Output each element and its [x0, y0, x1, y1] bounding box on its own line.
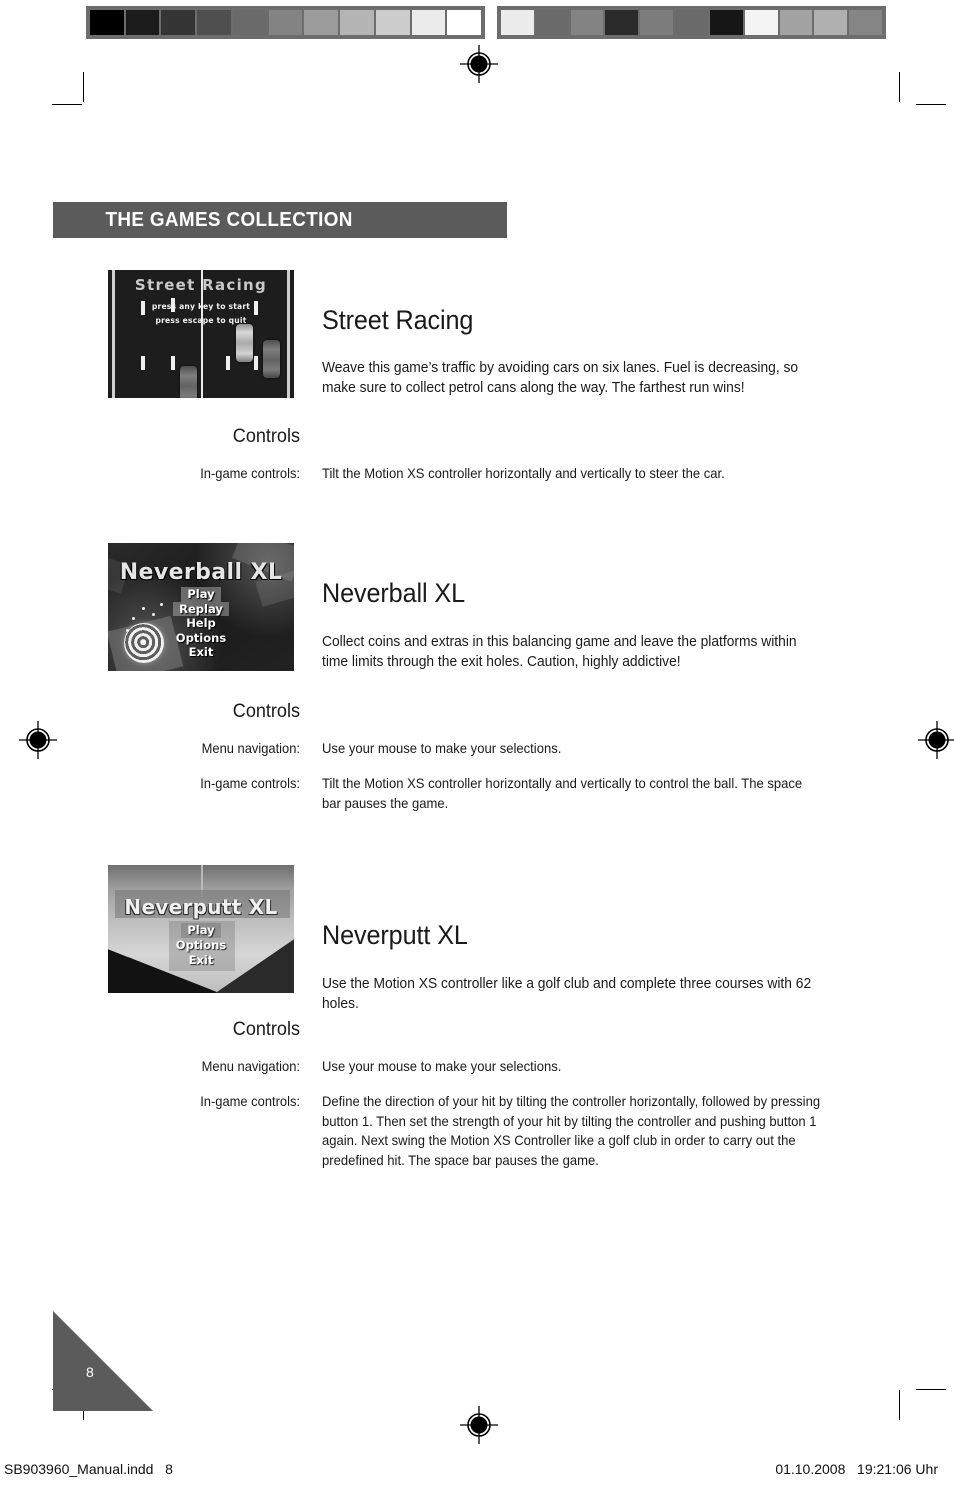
screenshot-start-message: press any key to start: [151, 302, 251, 311]
control-value: Define the direction of your hit by tilt…: [322, 1094, 821, 1168]
game-description-neverball-xl: Collect coins and extras in this balanci…: [322, 634, 797, 670]
menu-item: Play: [181, 587, 221, 602]
game-description-neverputt-xl: Use the Motion XS controller like a golf…: [322, 976, 812, 1012]
calibration-swatch-0: [501, 10, 534, 35]
game-screenshot-street-racing: Street Racing press any key to start pre…: [108, 270, 294, 398]
calibration-swatch-3: [197, 10, 231, 35]
control-value: Use your mouse to make your selections.: [322, 741, 562, 756]
registration-mark-top-icon: [459, 44, 498, 83]
controls-heading-neverputt-xl: Controls: [232, 1019, 300, 1040]
imprint-filename: SB903960_Manual.indd 8: [4, 1461, 173, 1477]
controls-heading-neverball-xl: Controls: [232, 701, 300, 722]
calibration-swatch-6: [304, 10, 339, 35]
screenshot-quit-message: press escape to quit: [155, 316, 247, 325]
lane-dash: [254, 356, 258, 370]
menu-item: Exit: [188, 645, 214, 659]
car-sprite: [180, 366, 197, 398]
lane-dash: [141, 301, 145, 315]
game-description-street-racing: Weave this game’s traffic by avoiding ca…: [322, 360, 799, 396]
calibration-swatch-5: [675, 10, 708, 35]
lane-dash: [171, 356, 175, 370]
imprint-timestamp: 01.10.2008 19:21:06 Uhr: [775, 1461, 938, 1477]
lane-dash: [226, 356, 230, 370]
control-label: In-game controls:: [200, 466, 300, 481]
controls-heading-street-racing: Controls: [232, 426, 300, 447]
calibration-swatch-9: [411, 10, 446, 35]
menu-item: Replay: [173, 601, 229, 616]
calibration-strip-right: [497, 6, 886, 39]
page-number: 8: [86, 1364, 94, 1380]
calibration-swatch-1: [535, 10, 569, 35]
game-title-street-racing: Street Racing: [322, 305, 474, 335]
crop-mark-bottom-right-vertical: [899, 1390, 900, 1420]
crop-mark-top-left-horizontal: [52, 104, 82, 105]
crop-mark-bottom-right-horizontal: [916, 1389, 946, 1390]
control-label: In-game controls:: [200, 1094, 300, 1109]
registration-mark-left-icon: [18, 720, 57, 759]
section-header-title: THE GAMES COLLECTION: [105, 208, 353, 231]
calibration-swatch-2: [161, 10, 196, 35]
menu-item: Play: [181, 923, 221, 938]
calibration-strip-left: [86, 6, 485, 39]
lane-dash: [141, 356, 145, 370]
screenshot-game-title: Street Racing: [134, 276, 268, 294]
control-label: Menu navigation:: [201, 741, 300, 756]
game-screenshot-neverputt-xl: Neverputt XL Play Options Exit: [108, 865, 294, 993]
calibration-swatch-8: [375, 10, 410, 35]
lane-dash: [254, 301, 258, 315]
screenshot-menu: Play Replay Help Options Exit: [108, 587, 294, 660]
control-value: Tilt the Motion XS controller horizontal…: [322, 466, 725, 481]
registration-mark-right-icon: [917, 720, 954, 759]
game-screenshot-neverball-xl: Neverball XL Play Replay Help Options Ex…: [108, 543, 294, 671]
crop-mark-top-right-vertical: [899, 72, 900, 102]
calibration-swatch-8: [779, 10, 813, 35]
control-label: Menu navigation:: [201, 1059, 300, 1074]
control-value: Use your mouse to make your selections.: [322, 1059, 562, 1074]
calibration-swatch-0: [90, 10, 124, 35]
lane-dash: [171, 298, 175, 312]
screenshot-menu: Play Options Exit: [108, 923, 294, 968]
game-title-neverputt-xl: Neverputt XL: [322, 920, 468, 950]
calibration-swatch-6: [709, 10, 743, 35]
screenshot-game-title: Neverball XL: [119, 560, 283, 585]
menu-item: Help: [186, 616, 216, 630]
registration-mark-bottom-icon: [459, 1405, 498, 1444]
calibration-swatch-2: [570, 10, 604, 35]
page-number-triangle: [53, 1311, 153, 1411]
game-title-neverball-xl: Neverball XL: [322, 578, 465, 608]
menu-item: Options: [175, 938, 227, 952]
control-label: In-game controls:: [200, 776, 300, 791]
control-value: Tilt the Motion XS controller horizontal…: [322, 776, 803, 811]
calibration-swatch-7: [340, 10, 374, 35]
calibration-swatch-3: [605, 10, 639, 35]
calibration-swatch-1: [125, 10, 160, 35]
crop-mark-top-right-horizontal: [916, 104, 946, 105]
calibration-swatch-9: [814, 10, 848, 35]
calibration-swatch-4: [640, 10, 674, 35]
calibration-swatch-10: [849, 10, 882, 35]
screenshot-game-title: Neverputt XL: [124, 895, 278, 919]
section-header-band: THE GAMES COLLECTION: [53, 202, 507, 238]
calibration-swatch-4: [232, 10, 267, 35]
crop-mark-top-left-vertical: [83, 72, 84, 102]
car-sprite: [263, 340, 280, 378]
menu-item: Exit: [188, 953, 214, 967]
manual-page: THE GAMES COLLECTION Street Racing press…: [0, 0, 954, 1489]
car-sprite: [236, 324, 253, 362]
calibration-swatch-10: [447, 10, 482, 35]
calibration-swatch-7: [744, 10, 778, 35]
calibration-swatch-5: [268, 10, 303, 35]
menu-item: Options: [175, 630, 227, 645]
